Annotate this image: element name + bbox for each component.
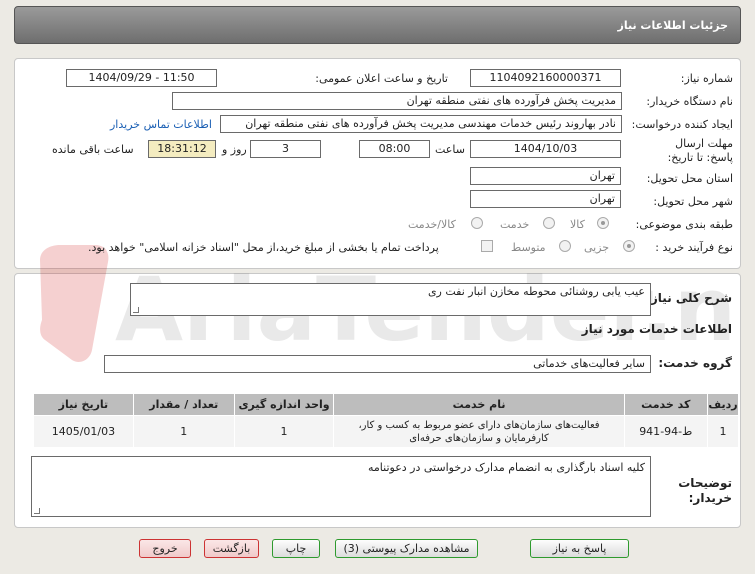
col-service-name: نام خدمت: [333, 393, 625, 416]
service-group-label: گروه خدمت:: [658, 356, 732, 370]
col-need-date: تاریخ نیاز: [33, 393, 134, 416]
table-header-row: ردیف کد خدمت نام خدمت واحد اندازه گیری ت…: [33, 393, 740, 416]
category-radio-goods[interactable]: [597, 217, 609, 229]
creator-field: نادر بهاروند رئیس خدمات مهندسی مدیریت پخ…: [220, 115, 622, 133]
creator-label: ایجاد کننده درخواست:: [631, 118, 733, 131]
cell-service-code: ط-94-941: [623, 415, 708, 448]
cell-need-date: 1405/01/03: [33, 415, 134, 448]
treasury-checkbox[interactable]: [481, 240, 493, 252]
process-label: نوع فرآیند خرید :: [655, 241, 733, 254]
category-radio-both[interactable]: [471, 217, 483, 229]
buyer-field: مدیریت پخش فرآورده های نفتی منطقه تهران: [172, 92, 622, 110]
cell-row-number: 1: [706, 415, 740, 448]
description-text: عیب یابی روشنائی محوطه مخازن انبار نفت ر…: [427, 285, 645, 298]
category-option-both: کالا/خدمت: [408, 218, 456, 231]
remaining-label: ساعت باقی مانده: [52, 143, 134, 156]
col-quantity: تعداد / مقدار: [132, 393, 235, 416]
notes-text: کلیه اسناد بارگذاری به انضمام مدارک درخو…: [368, 461, 645, 474]
notes-field: کلیه اسناد بارگذاری به انضمام مدارک درخو…: [31, 456, 651, 517]
time-label: ساعت: [435, 143, 465, 156]
payment-note: پرداخت تمام یا بخشی از مبلغ خرید،از محل …: [88, 241, 439, 254]
service-group-field: سایر فعالیت‌های خدماتی: [104, 355, 651, 373]
cell-unit: 1: [233, 415, 335, 448]
province-field: تهران: [470, 167, 621, 185]
need-number-field: 1104092160000371: [470, 69, 621, 87]
deadline-time-field: 08:00: [359, 140, 430, 158]
col-unit: واحد اندازه گیری: [233, 393, 335, 416]
process-radio-minor[interactable]: [623, 240, 635, 252]
description-field: عیب یابی روشنائی محوطه مخازن انبار نفت ر…: [130, 283, 651, 316]
buyer-label: نام دستگاه خریدار:: [646, 95, 733, 108]
view-attachments-button[interactable]: مشاهده مدارک پیوستی (3): [335, 539, 478, 558]
col-service-code: کد خدمت: [623, 393, 708, 416]
cell-quantity: 1: [132, 415, 235, 448]
print-button[interactable]: چاپ: [272, 539, 320, 558]
deadline-label: مهلت ارسال پاسخ: تا تاریخ:: [667, 137, 733, 164]
col-row-number: ردیف: [706, 393, 740, 416]
province-label: استان محل تحویل:: [646, 172, 733, 185]
announce-label: تاریخ و ساعت اعلان عمومی:: [315, 72, 448, 85]
info-panel: [14, 58, 741, 269]
contact-buyer-link[interactable]: اطلاعات تماس خریدار: [110, 118, 212, 131]
category-option-goods: کالا: [570, 218, 585, 231]
announce-field: 1404/09/29 - 11:50: [66, 69, 217, 87]
services-table: ردیف کد خدمت نام خدمت واحد اندازه گیری ت…: [33, 393, 740, 448]
description-label: شرح کلی نیاز:: [646, 291, 732, 305]
cell-service-name: فعالیت‌های سازمان‌های دارای عضو مربوط به…: [333, 415, 625, 448]
remaining-time-field: 18:31:12: [148, 140, 216, 158]
process-option-minor: جزیی: [584, 241, 610, 254]
deadline-date-field: 1404/10/03: [470, 140, 621, 158]
reply-button[interactable]: پاسخ به نیاز: [530, 539, 629, 558]
page-title: جزئیات اطلاعات نیاز: [617, 19, 729, 32]
services-section-title: اطلاعات خدمات مورد نیاز: [581, 322, 732, 336]
days-field: 3: [250, 140, 321, 158]
resize-handle[interactable]: [133, 307, 139, 313]
days-label: روز و: [222, 143, 247, 156]
title-bar: جزئیات اطلاعات نیاز: [14, 6, 741, 44]
exit-button[interactable]: خروج: [139, 539, 191, 558]
process-option-medium: متوسط: [511, 241, 546, 254]
city-field: تهران: [470, 190, 621, 208]
need-number-label: شماره نیاز:: [680, 72, 733, 85]
category-label: طبقه بندی موضوعی:: [635, 218, 733, 231]
notes-label: توضیحات خریدار:: [678, 476, 732, 505]
category-option-service: خدمت: [500, 218, 530, 231]
category-radio-service[interactable]: [543, 217, 555, 229]
city-label: شهر محل تحویل:: [653, 195, 733, 208]
table-row: 1 ط-94-941 فعالیت‌های سازمان‌های دارای ع…: [33, 415, 740, 448]
back-button[interactable]: بازگشت: [204, 539, 259, 558]
notes-resize-handle[interactable]: [34, 508, 40, 514]
process-radio-medium[interactable]: [559, 240, 571, 252]
